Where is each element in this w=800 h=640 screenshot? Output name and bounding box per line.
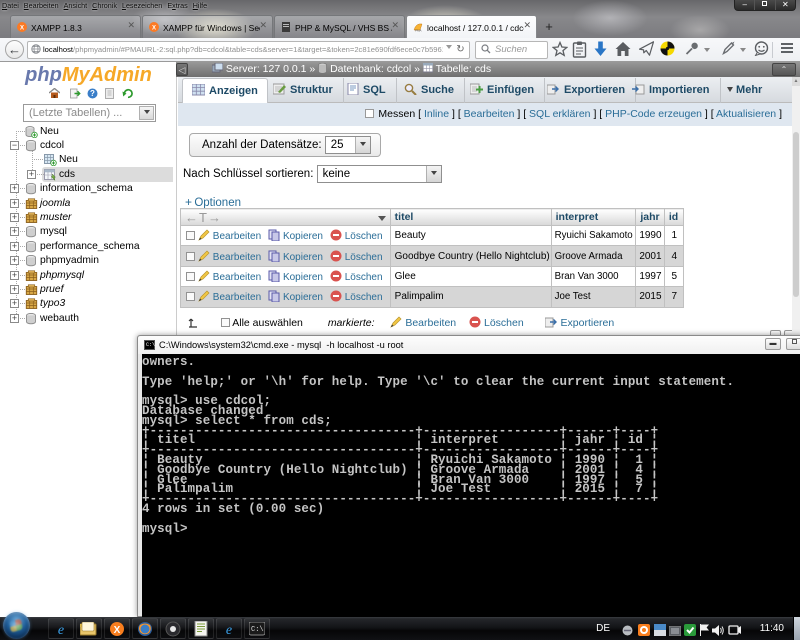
svg-text:e: e <box>226 623 232 637</box>
svg-text:PMA: PMA <box>415 29 422 33</box>
svg-text:C:\: C:\ <box>251 626 264 634</box>
svg-text:X: X <box>20 26 24 32</box>
svg-text:?: ? <box>90 89 95 98</box>
svg-text:e: e <box>58 623 64 637</box>
svg-text:X: X <box>152 26 156 32</box>
svg-text:X: X <box>114 625 121 636</box>
